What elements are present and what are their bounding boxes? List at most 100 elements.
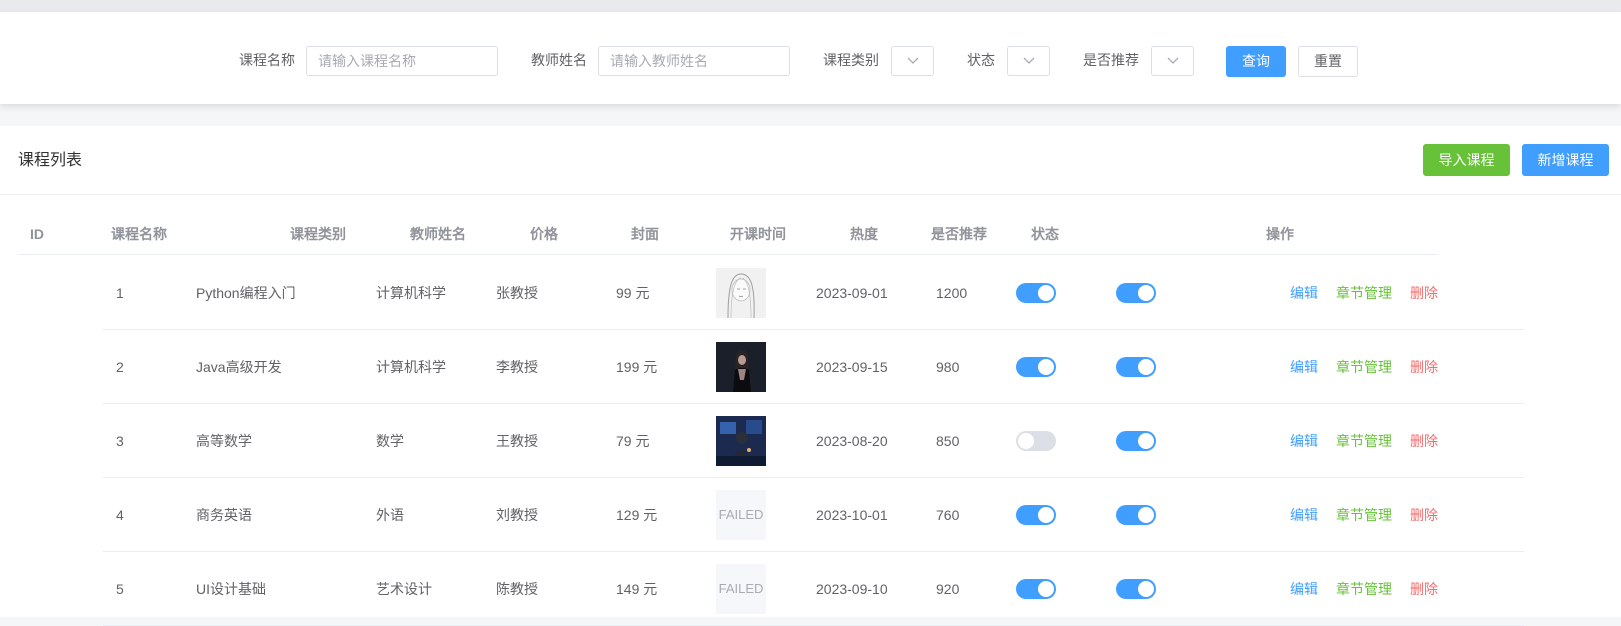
cell-name: 商务英语 — [196, 507, 252, 523]
cover-image — [716, 342, 766, 392]
cell-heat: 920 — [936, 581, 960, 597]
table-row: 4 商务英语 外语 刘教授 129 元 FAILED 2023-10-01 76… — [0, 478, 1621, 552]
status-switch[interactable] — [1116, 283, 1156, 303]
column-header-id: ID — [30, 226, 44, 242]
switch-knob — [1038, 359, 1054, 375]
cell-category: 艺术设计 — [376, 581, 432, 597]
status-switch[interactable] — [1116, 431, 1156, 451]
switch-knob — [1038, 285, 1054, 301]
category-select[interactable] — [891, 46, 934, 76]
table-row: 3 高等数学 数学 王教授 79 元 2023-08-20 850 编辑 章节管… — [0, 404, 1621, 478]
column-header-price: 价格 — [530, 226, 558, 242]
course-name-input[interactable]: 请输入课程名称 — [306, 46, 498, 76]
recommended-switch[interactable] — [1016, 579, 1056, 599]
table-row: 1 Python编程入门 计算机科学 张教授 99 元 2023-09-01 1… — [0, 256, 1621, 330]
status-select[interactable] — [1007, 46, 1050, 76]
switch-knob — [1138, 285, 1154, 301]
cell-date: 2023-09-15 — [816, 359, 888, 375]
table-row: 5 UI设计基础 艺术设计 陈教授 149 元 FAILED 2023-09-1… — [0, 552, 1621, 626]
add-course-button[interactable]: 新增课程 — [1522, 144, 1609, 176]
cover-image — [716, 268, 766, 318]
cell-id: 5 — [116, 581, 124, 597]
chapter-manage-link[interactable]: 章节管理 — [1336, 581, 1392, 597]
cell-heat: 850 — [936, 433, 960, 449]
switch-knob — [1138, 433, 1154, 449]
cell-price: 149 元 — [616, 581, 658, 597]
cover-image — [716, 416, 766, 466]
recommended-switch[interactable] — [1016, 283, 1056, 303]
status-switch[interactable] — [1116, 579, 1156, 599]
column-header-category: 课程类别 — [290, 226, 346, 242]
column-header-name: 课程名称 — [111, 226, 167, 242]
recommended-select[interactable] — [1151, 46, 1194, 76]
delete-link[interactable]: 删除 — [1410, 359, 1438, 375]
cell-name: Python编程入门 — [196, 285, 296, 301]
teacher-name-input[interactable]: 请输入教师姓名 — [598, 46, 790, 76]
switch-knob — [1038, 507, 1054, 523]
query-button[interactable]: 查询 — [1226, 46, 1286, 77]
switch-knob — [1138, 359, 1154, 375]
cell-teacher: 王教授 — [496, 433, 538, 449]
switch-knob — [1018, 433, 1034, 449]
switch-knob — [1038, 581, 1054, 597]
column-header-teacher: 教师姓名 — [410, 226, 466, 242]
column-header-recommended: 是否推荐 — [931, 226, 987, 242]
cell-category: 数学 — [376, 433, 404, 449]
column-header-status: 状态 — [1031, 226, 1059, 242]
cover-failed-placeholder: FAILED — [716, 490, 766, 540]
delete-link[interactable]: 删除 — [1410, 285, 1438, 301]
cell-date: 2023-10-01 — [816, 507, 888, 523]
chevron-down-icon — [1167, 57, 1178, 64]
cell-date: 2023-09-10 — [816, 581, 888, 597]
delete-link[interactable]: 删除 — [1410, 507, 1438, 523]
header-divider — [18, 254, 1438, 255]
recommended-switch[interactable] — [1016, 505, 1056, 525]
chevron-down-icon — [907, 57, 918, 64]
cell-id: 2 — [116, 359, 124, 375]
cell-price: 79 元 — [616, 433, 650, 449]
edit-link[interactable]: 编辑 — [1290, 359, 1318, 375]
cell-date: 2023-09-01 — [816, 285, 888, 301]
switch-knob — [1138, 507, 1154, 523]
chapter-manage-link[interactable]: 章节管理 — [1336, 285, 1392, 301]
reset-button[interactable]: 重置 — [1298, 46, 1358, 77]
filter-panel: 课程名称 请输入课程名称 教师姓名 请输入教师姓名 课程类别 状态 是否推荐 查… — [0, 12, 1621, 104]
column-header-date: 开课时间 — [730, 226, 786, 242]
status-switch[interactable] — [1116, 505, 1156, 525]
teacher-name-label: 教师姓名 — [531, 52, 587, 68]
column-header-actions: 操作 — [1266, 226, 1294, 242]
cell-id: 3 — [116, 433, 124, 449]
recommended-switch[interactable] — [1016, 431, 1056, 451]
cell-id: 1 — [116, 285, 124, 301]
cell-price: 129 元 — [616, 507, 658, 523]
chapter-manage-link[interactable]: 章节管理 — [1336, 507, 1392, 523]
cell-heat: 980 — [936, 359, 960, 375]
edit-link[interactable]: 编辑 — [1290, 285, 1318, 301]
column-header-cover: 封面 — [631, 226, 659, 242]
chapter-manage-link[interactable]: 章节管理 — [1336, 433, 1392, 449]
import-course-button[interactable]: 导入课程 — [1423, 144, 1510, 176]
cell-name: 高等数学 — [196, 433, 252, 449]
cell-heat: 760 — [936, 507, 960, 523]
cell-heat: 1200 — [936, 285, 968, 301]
column-header-heat: 热度 — [850, 226, 878, 242]
chevron-down-icon — [1023, 57, 1034, 64]
edit-link[interactable]: 编辑 — [1290, 581, 1318, 597]
cell-price: 199 元 — [616, 359, 658, 375]
category-label: 课程类别 — [823, 52, 879, 68]
edit-link[interactable]: 编辑 — [1290, 433, 1318, 449]
cell-id: 4 — [116, 507, 124, 523]
top-strip — [0, 0, 1621, 12]
switch-knob — [1138, 581, 1154, 597]
cell-teacher: 刘教授 — [496, 507, 538, 523]
edit-link[interactable]: 编辑 — [1290, 507, 1318, 523]
recommended-label: 是否推荐 — [1083, 52, 1139, 68]
cell-name: Java高级开发 — [196, 359, 282, 375]
delete-link[interactable]: 删除 — [1410, 433, 1438, 449]
status-switch[interactable] — [1116, 357, 1156, 377]
cell-teacher: 陈教授 — [496, 581, 538, 597]
recommended-switch[interactable] — [1016, 357, 1056, 377]
cover-failed-placeholder: FAILED — [716, 564, 766, 614]
delete-link[interactable]: 删除 — [1410, 581, 1438, 597]
chapter-manage-link[interactable]: 章节管理 — [1336, 359, 1392, 375]
